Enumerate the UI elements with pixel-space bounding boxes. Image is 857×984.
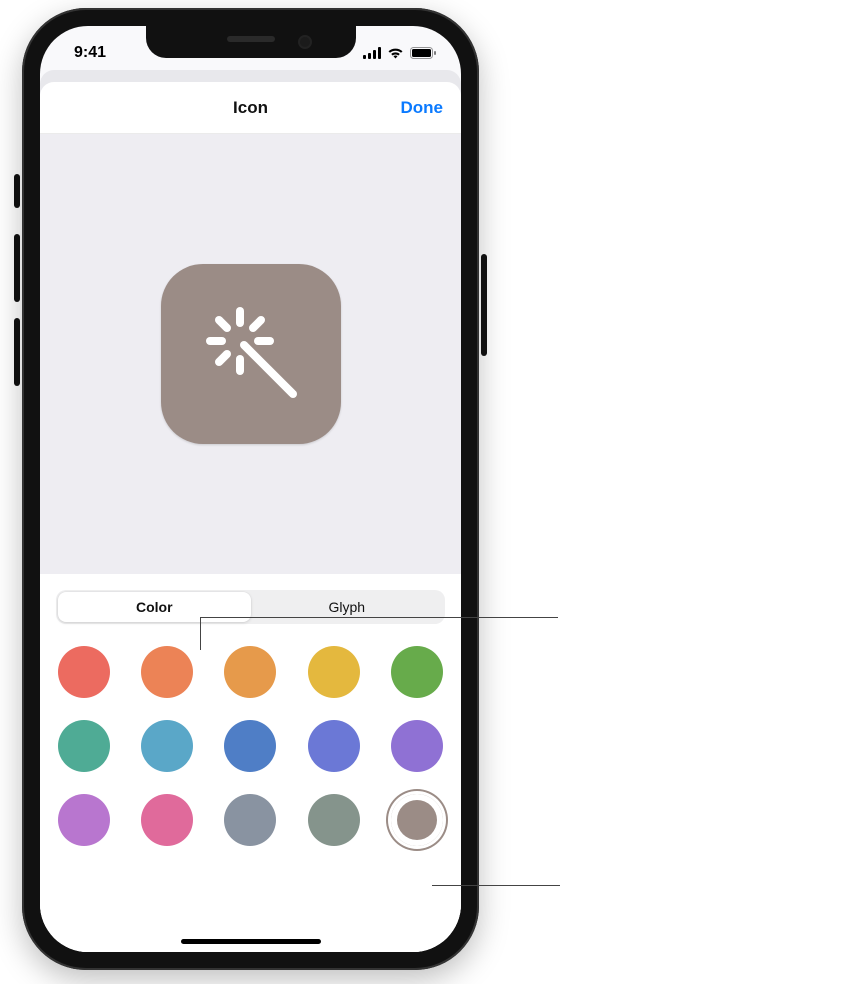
- color-swatch-sage[interactable]: [308, 794, 360, 846]
- picker-area: Color Glyph: [40, 574, 461, 952]
- icon-preview-area: [40, 134, 461, 574]
- color-swatch-indigo[interactable]: [308, 720, 360, 772]
- done-button[interactable]: Done: [401, 98, 444, 118]
- color-swatch-pink[interactable]: [141, 794, 193, 846]
- color-swatch-taupe[interactable]: [391, 794, 443, 846]
- notch: [146, 26, 356, 58]
- segmented-control: Color Glyph: [56, 590, 445, 624]
- battery-icon: [410, 47, 437, 59]
- front-camera: [300, 37, 310, 47]
- phone-frame: 9:41: [22, 8, 479, 970]
- color-swatch-red[interactable]: [58, 646, 110, 698]
- color-swatch-yellow[interactable]: [308, 646, 360, 698]
- color-swatch-green[interactable]: [391, 646, 443, 698]
- color-swatch-light-blue[interactable]: [141, 720, 193, 772]
- volume-up-button: [14, 234, 20, 302]
- color-swatch-blue[interactable]: [224, 720, 276, 772]
- color-swatch-orange[interactable]: [224, 646, 276, 698]
- home-indicator[interactable]: [181, 939, 321, 944]
- speaker: [227, 36, 275, 42]
- volume-down-button: [14, 318, 20, 386]
- mute-switch: [14, 174, 20, 208]
- phone-screen: 9:41: [40, 26, 461, 952]
- color-swatch-purple[interactable]: [58, 794, 110, 846]
- color-swatch-slate[interactable]: [224, 794, 276, 846]
- icon-editor-sheet: Icon Done: [40, 82, 461, 952]
- color-swatch-teal[interactable]: [58, 720, 110, 772]
- page-title: Icon: [233, 98, 268, 118]
- status-time: 9:41: [74, 44, 106, 62]
- tab-glyph[interactable]: Glyph: [251, 592, 444, 622]
- wifi-icon: [387, 47, 404, 59]
- status-indicators: [363, 47, 437, 59]
- side-button: [481, 254, 487, 356]
- color-grid: [56, 646, 445, 846]
- icon-preview: [161, 264, 341, 444]
- cellular-icon: [363, 47, 381, 59]
- tab-color[interactable]: Color: [58, 592, 251, 622]
- magic-wand-icon: [196, 297, 306, 412]
- nav-bar: Icon Done: [40, 82, 461, 134]
- color-swatch-orange-red[interactable]: [141, 646, 193, 698]
- color-swatch-violet[interactable]: [391, 720, 443, 772]
